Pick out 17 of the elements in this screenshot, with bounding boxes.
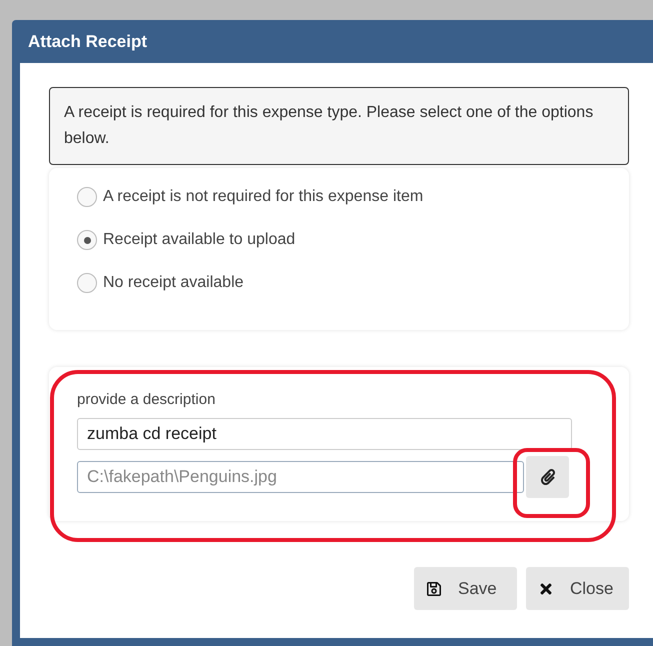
radio-button[interactable] — [77, 187, 97, 207]
dialog-title: Attach Receipt — [28, 30, 148, 53]
description-label: provide a description — [77, 390, 216, 409]
close-button[interactable]: Close — [526, 567, 629, 610]
attach-button[interactable] — [526, 456, 569, 498]
message-box: A receipt is required for this expense type. Please select one of the options below. — [49, 87, 629, 165]
radio-option[interactable]: A receipt is not required for this expense item — [77, 186, 629, 208]
radio-option[interactable]: No receipt available — [77, 272, 629, 294]
description-field[interactable]: zumba cd receipt — [77, 418, 572, 450]
radio-button[interactable] — [77, 230, 97, 250]
save-button[interactable]: Save — [414, 567, 517, 610]
paperclip-icon — [540, 469, 556, 485]
save-icon — [426, 580, 442, 596]
close-icon — [538, 580, 554, 596]
radio-option[interactable]: Receipt available to upload — [77, 229, 629, 251]
file-path-field[interactable]: C:\fakepath\Penguins.jpg — [77, 461, 524, 493]
radio-button[interactable] — [77, 273, 97, 293]
